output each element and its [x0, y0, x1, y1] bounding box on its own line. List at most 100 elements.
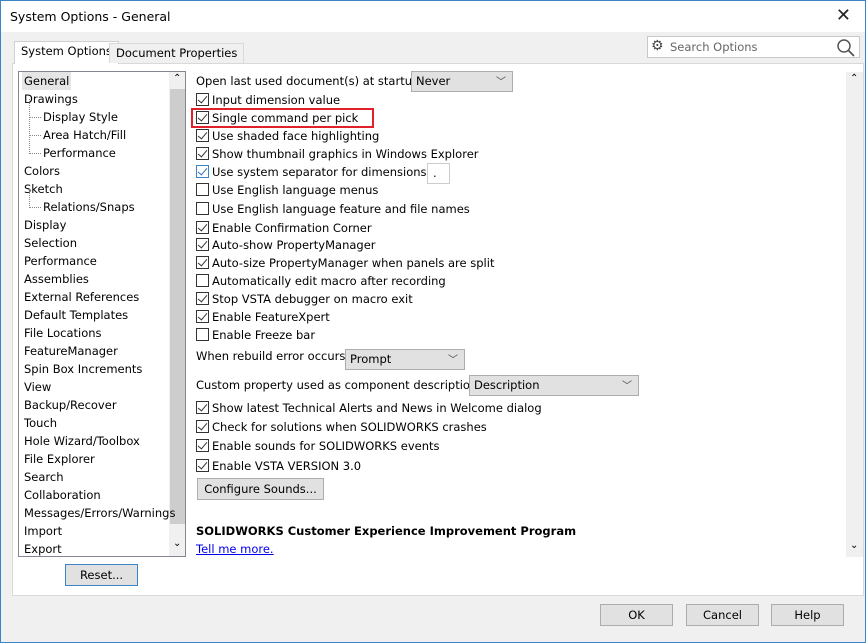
tree-item[interactable]: General [22, 72, 72, 90]
option-checkbox[interactable]: Use system separator for dimensions [196, 163, 427, 180]
tree-item[interactable]: FeatureManager [24, 342, 118, 360]
option-checkbox[interactable]: Enable sounds for SOLIDWORKS events [196, 437, 440, 454]
scroll-down-icon[interactable]: ⌄ [850, 540, 858, 551]
option-checkbox[interactable]: Enable Freeze bar [196, 326, 315, 343]
checkbox-checked-icon[interactable] [196, 401, 209, 414]
open-last-dropdown[interactable]: Never ﹀ [411, 71, 513, 92]
tree-item[interactable]: Backup/Recover [24, 396, 117, 414]
tree-item[interactable]: Performance [24, 252, 97, 270]
option-checkbox[interactable]: Input dimension value [196, 91, 340, 108]
option-label: Auto-show PropertyManager [212, 237, 376, 252]
option-checkbox[interactable]: Auto-size PropertyManager when panels ar… [196, 254, 494, 271]
option-checkbox[interactable]: Check for solutions when SOLIDWORKS cras… [196, 418, 487, 435]
option-checkbox[interactable]: Stop VSTA debugger on macro exit [196, 290, 413, 307]
tree-item[interactable]: File Explorer [24, 450, 95, 468]
configure-sounds-button[interactable]: Configure Sounds... [197, 478, 324, 500]
checkbox-checked-icon[interactable] [196, 439, 209, 452]
tree-item[interactable]: Performance [29, 135, 116, 162]
option-checkbox[interactable]: Use shaded face highlighting [196, 127, 379, 144]
tree-item[interactable]: Search [24, 468, 64, 486]
tree-item[interactable]: Touch [24, 414, 57, 432]
open-last-label: Open last used document(s) at startup: [196, 74, 424, 88]
options-tree[interactable]: ⌃ ⌄ General Drawings Display Style Area Hat… [18, 71, 186, 557]
rebuild-dropdown[interactable]: Prompt ﹀ [345, 349, 465, 370]
option-label: Use system separator for dimensions [212, 164, 427, 179]
close-icon[interactable]: ✕ [836, 5, 851, 26]
ceip-heading: SOLIDWORKS Customer Experience Improveme… [196, 524, 577, 538]
checkbox-checked-icon[interactable] [196, 310, 209, 323]
option-checkbox[interactable]: Show latest Technical Alerts and News in… [196, 399, 542, 416]
tree-item[interactable]: Collaboration [24, 486, 101, 504]
tree-item[interactable]: Hole Wizard/Toolbox [24, 432, 140, 450]
tree-item[interactable]: View [24, 378, 51, 396]
tree-item[interactable]: Display [24, 216, 66, 234]
scroll-down-icon[interactable]: ⌄ [173, 538, 181, 549]
option-checkbox[interactable]: Enable FeatureXpert [196, 308, 330, 325]
tree-item[interactable]: Area Hatch/Fill [28, 117, 126, 144]
ok-button[interactable]: OK [600, 604, 673, 626]
checkbox-unchecked-icon[interactable] [196, 274, 209, 287]
option-checkbox[interactable]: Auto-show PropertyManager [196, 236, 376, 253]
option-label: Use shaded face highlighting [212, 128, 380, 143]
option-label: Use English language feature and file na… [212, 201, 470, 216]
tree-item[interactable]: Export [24, 540, 62, 556]
tree-item[interactable]: Import [24, 522, 62, 540]
option-checkbox[interactable]: Use English language menus [196, 181, 378, 198]
checkbox-checked-icon[interactable] [196, 165, 209, 178]
checkbox-unchecked-icon[interactable] [196, 202, 209, 215]
checkbox-checked-icon[interactable] [196, 147, 209, 160]
option-label: Use English language menus [212, 182, 379, 197]
option-checkbox[interactable]: Automatically edit macro after recording [196, 272, 446, 289]
checkbox-checked-icon[interactable] [196, 221, 209, 234]
checkbox-checked-icon[interactable] [196, 238, 209, 251]
option-checkbox[interactable]: Show thumbnail graphics in Windows Explo… [196, 145, 479, 162]
tree-item[interactable]: External References [24, 288, 139, 306]
options-scrollbar[interactable]: ⌃ ⌄ [846, 72, 863, 557]
window-title: System Options - General [10, 9, 171, 24]
custom-prop-dropdown[interactable]: Description ﹀ [469, 375, 639, 396]
search-input[interactable]: ⚙ Search Options [647, 36, 860, 58]
rebuild-value: Prompt [350, 352, 392, 366]
option-label: Stop VSTA debugger on macro exit [212, 291, 413, 306]
tree-item[interactable]: Spin Box Increments [24, 360, 142, 378]
tree-item[interactable]: Default Templates [24, 306, 128, 324]
tree-item[interactable]: File Locations [24, 324, 102, 342]
custom-prop-value: Description [474, 378, 540, 392]
tree-item[interactable]: Selection [24, 234, 77, 252]
option-label: Show latest Technical Alerts and News in… [212, 400, 542, 415]
checkbox-checked-icon[interactable] [196, 459, 209, 472]
checkbox-checked-icon[interactable] [196, 420, 209, 433]
tree-scroll-thumb[interactable] [170, 89, 185, 524]
checkbox-checked-icon[interactable] [196, 93, 209, 106]
cancel-button[interactable]: Cancel [686, 604, 759, 626]
separator-field[interactable]: . [427, 163, 450, 184]
option-label: Enable FeatureXpert [212, 309, 330, 324]
option-label: Automatically edit macro after recording [212, 273, 446, 288]
checkbox-unchecked-icon[interactable] [196, 183, 209, 196]
reset-button[interactable]: Reset... [65, 564, 138, 586]
options-scroll-track[interactable] [847, 89, 862, 539]
option-checkbox[interactable]: Enable VSTA VERSION 3.0 [196, 457, 361, 474]
checkbox-checked-icon[interactable] [196, 129, 209, 142]
tab-document-properties[interactable]: Document Properties [109, 43, 245, 63]
title-bar: System Options - General ✕ [1, 1, 865, 32]
checkbox-checked-icon[interactable] [196, 292, 209, 305]
checkbox-checked-icon[interactable] [196, 256, 209, 269]
option-checkbox[interactable]: Use English language feature and file na… [196, 200, 470, 217]
tab-system-options[interactable]: System Options [14, 41, 119, 64]
scroll-up-icon[interactable]: ⌃ [850, 73, 858, 84]
tell-me-more-link[interactable]: Tell me more. [196, 542, 274, 556]
help-button[interactable]: Help [771, 604, 844, 626]
tree-item[interactable]: Messages/Errors/Warnings [24, 504, 175, 522]
tree-scrollbar[interactable]: ⌃ ⌄ [169, 72, 185, 556]
tree-item[interactable]: Relations/Snaps [29, 189, 135, 216]
scroll-up-icon[interactable]: ⌃ [173, 73, 181, 84]
chevron-down-icon: ﹀ [448, 355, 458, 366]
tree-item[interactable]: Display Style [29, 99, 118, 126]
tree-item[interactable]: Assemblies [24, 270, 89, 288]
option-checkbox[interactable]: Enable Confirmation Corner [196, 219, 372, 236]
checkbox-unchecked-icon[interactable] [196, 328, 209, 341]
option-label: Enable VSTA VERSION 3.0 [212, 458, 362, 473]
tree-item[interactable]: Colors [24, 162, 60, 180]
search-icon[interactable] [836, 38, 856, 57]
